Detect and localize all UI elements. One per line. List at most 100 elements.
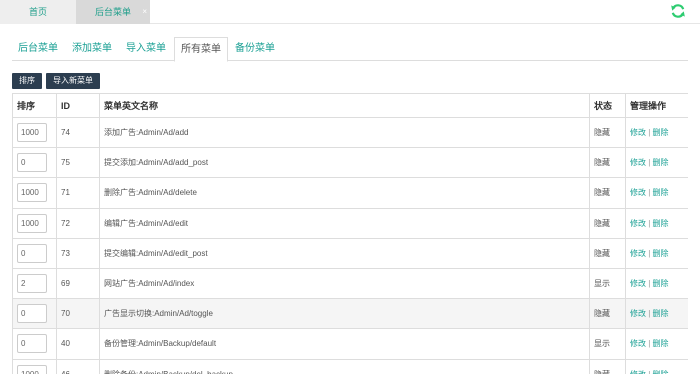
tab-label: 备份菜单 [235,43,275,54]
delete-link[interactable]: 删除 [653,188,669,197]
sort-order-input[interactable]: 1000 [17,183,47,203]
delete-link[interactable]: 删除 [653,279,669,288]
delete-link[interactable]: 删除 [653,158,669,167]
sort-cell: 1000 [12,177,57,209]
sort-order-input[interactable]: 0 [17,243,47,263]
status-cell: 隐藏 [589,298,626,330]
delete-link[interactable]: 删除 [653,128,669,137]
op-separator: | [648,309,651,319]
delete-link[interactable]: 删除 [653,219,669,228]
tab-label: 后台菜单 [18,43,58,54]
edit-link[interactable]: 修改 [630,249,646,258]
table-row: 1000 74 添加广告:Admin/Ad/add 隐藏 修改 | 删除 [12,116,688,149]
delete-link[interactable]: 删除 [653,309,669,318]
tab-backup-menu[interactable]: 备份菜单 [229,37,281,61]
sort-order-input[interactable]: 0 [17,153,47,173]
op-separator: | [648,279,651,289]
sort-cell: 1000 [12,207,57,239]
name-cell: 提交添加:Admin/Ad/add_post [99,147,590,179]
top-tab-label: 首页 [28,7,47,17]
import-new-menu-button[interactable]: 导入新菜单 [46,73,100,89]
name-cell: 删除广告:Admin/Ad/delete [99,177,590,209]
sort-order-input[interactable]: 1000 [17,364,47,374]
sort-cell: 0 [12,298,57,330]
close-icon[interactable]: × [142,0,147,24]
op-separator: | [648,339,651,349]
sort-order-input[interactable]: 1000 [17,213,47,233]
status-cell: 隐藏 [589,116,626,149]
ops-cell: 修改 | 删除 [625,116,688,149]
header-status: 状态 [589,93,626,118]
id-cell: 40 [56,328,100,360]
edit-link[interactable]: 修改 [630,219,646,228]
table-row: 1000 71 删除广告:Admin/Ad/delete 隐藏 修改 | 删除 [12,177,688,209]
table-row: 0 75 提交添加:Admin/Ad/add_post 隐藏 修改 | 删除 [12,147,688,179]
id-cell: 74 [56,116,100,149]
table-row: 1000 72 编辑广告:Admin/Ad/edit 隐藏 修改 | 删除 [12,207,688,239]
table-row: 0 73 提交编辑:Admin/Ad/edit_post 隐藏 修改 | 删除 [12,237,688,269]
edit-link[interactable]: 修改 [630,339,646,348]
status-cell: 隐藏 [589,237,626,269]
tab-import-menu[interactable]: 导入菜单 [120,37,172,61]
table-row: 0 70 广告显示切换:Admin/Ad/toggle 隐藏 修改 | 删除 [12,298,688,330]
op-separator: | [648,370,650,374]
ops-cell: 修改 | 删除 [625,237,688,269]
status-cell: 隐藏 [589,358,626,374]
tab-all-menus[interactable]: 所有菜单 [174,37,228,62]
sort-cell: 1000 [12,358,57,374]
table-header-row: 排序 ID 菜单英文名称 状态 管理操作 [12,93,688,118]
tab-label: 所有菜单 [181,44,221,55]
sort-order-input[interactable]: 0 [17,334,47,354]
top-tab-label: 后台菜单 [94,7,131,17]
edit-link[interactable]: 修改 [630,279,646,288]
name-cell: 添加广告:Admin/Ad/add [99,116,590,149]
sort-cell: 0 [12,237,57,269]
op-separator: | [648,188,651,198]
sort-cell: 0 [12,147,57,179]
edit-link[interactable]: 修改 [630,370,646,374]
sort-button[interactable]: 排序 [12,73,42,89]
status-cell: 显示 [589,267,626,300]
op-separator: | [648,218,651,228]
edit-link[interactable]: 修改 [630,128,646,137]
sort-order-input[interactable]: 1000 [17,123,47,143]
refresh-icon[interactable] [670,3,686,19]
edit-link[interactable]: 修改 [630,158,646,167]
op-separator: | [648,248,651,258]
edit-link[interactable]: 修改 [630,309,646,318]
status-cell: 隐藏 [589,207,626,239]
table-row: 1000 46 删除备份:Admin/Backup/del_backup 隐藏 … [12,358,688,374]
sort-order-input[interactable]: 2 [17,274,47,294]
edit-link[interactable]: 修改 [630,188,646,197]
top-tab-backend-menu[interactable]: 后台菜单 × [76,0,150,24]
id-cell: 72 [56,207,100,239]
sort-order-input[interactable]: 0 [17,304,47,324]
ops-cell: 修改 | 删除 [625,177,688,209]
name-cell: 提交编辑:Admin/Ad/edit_post [99,237,590,269]
top-tab-home[interactable]: 首页 [0,0,76,24]
delete-link[interactable]: 删除 [653,249,669,258]
id-cell: 71 [56,177,100,209]
header-id: ID [56,93,100,118]
delete-link[interactable]: 删除 [653,370,669,374]
id-cell: 73 [56,237,100,269]
delete-link[interactable]: 删除 [653,339,669,348]
table-row: 2 69 网站广告:Admin/Ad/index 显示 修改 | 删除 [12,267,688,300]
header-ops: 管理操作 [625,93,688,118]
sort-cell: 2 [12,267,57,300]
op-separator: | [648,158,651,168]
menu-table: 排序 ID 菜单英文名称 状态 管理操作 1000 74 添加广告:Admin/… [12,93,688,374]
name-cell: 广告显示切换:Admin/Ad/toggle [99,298,590,330]
tab-add-menu[interactable]: 添加菜单 [66,37,118,61]
header-sort: 排序 [12,93,57,118]
id-cell: 70 [56,298,100,330]
tab-backend-menu[interactable]: 后台菜单 [12,37,64,61]
id-cell: 75 [56,147,100,179]
name-cell: 备份管理:Admin/Backup/default [99,328,590,360]
ops-cell: 修改 | 删除 [625,207,688,239]
status-cell: 显示 [589,328,626,360]
status-cell: 隐藏 [589,147,626,179]
name-cell: 编辑广告:Admin/Ad/edit [99,207,590,239]
tab-label: 导入菜单 [126,43,166,54]
tab-label: 添加菜单 [72,43,112,54]
